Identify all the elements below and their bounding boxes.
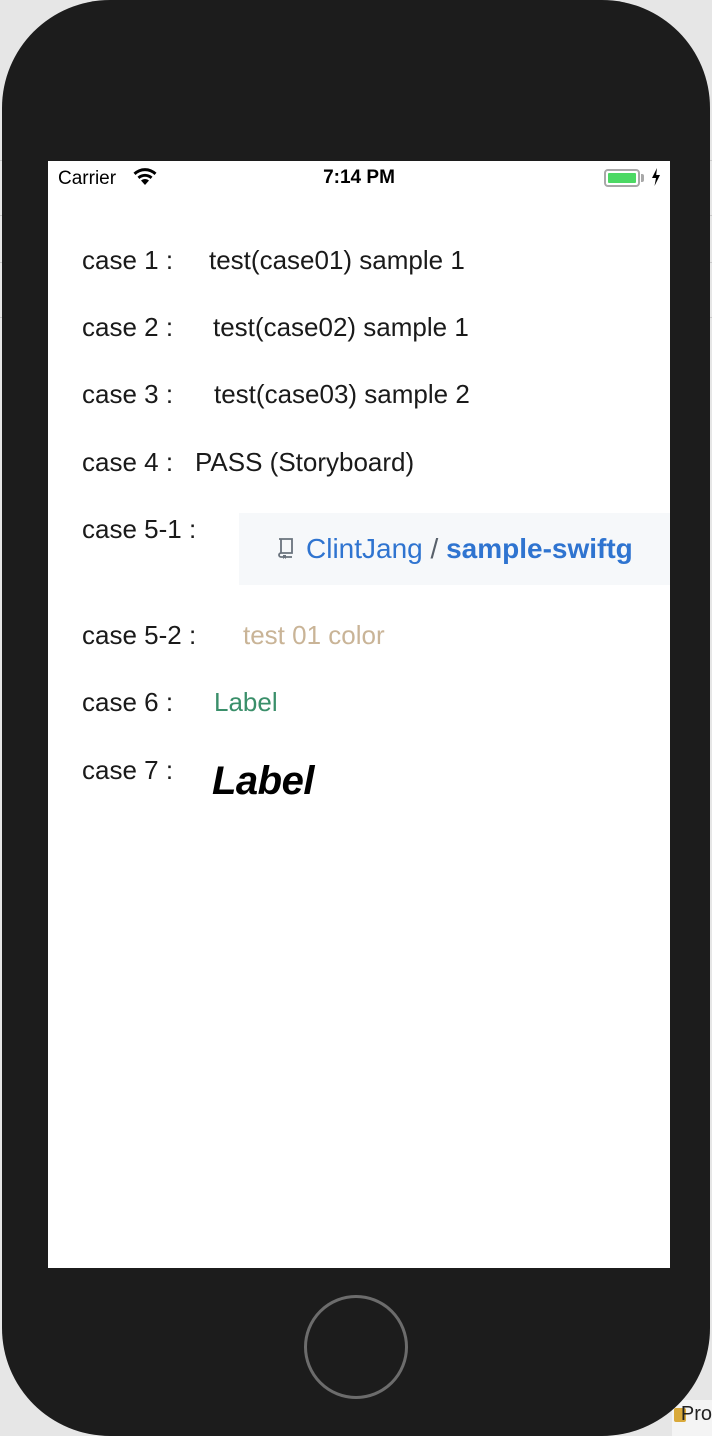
case-6-label: case 6 : (82, 687, 174, 717)
case-1-label: case 1 : (82, 245, 174, 275)
repo-path[interactable]: ClintJang / sample-swiftg (306, 533, 633, 565)
case-2-value: test(case02) sample 1 (213, 312, 469, 342)
case-4-label: case 4 : (82, 447, 174, 477)
repo-link-card[interactable]: ClintJang / sample-swiftg (239, 513, 670, 585)
battery-tip (641, 174, 644, 182)
case-5-2-value: test 01 color (243, 620, 385, 650)
desktop-corner-text: Pro (680, 1403, 712, 1425)
iphone-simulator: Carrier 7:14 PM case 1 : test(case01) sa… (2, 0, 710, 1436)
app-screen: Carrier 7:14 PM case 1 : test(case01) sa… (48, 161, 670, 1268)
case-6-value: Label (214, 687, 278, 717)
case-4-value: PASS (Storyboard) (195, 447, 415, 477)
repo-book-icon (278, 538, 293, 559)
case-5-1-label: case 5-1 : (82, 514, 197, 544)
repo-owner-link[interactable]: ClintJang (306, 533, 423, 564)
case-7-label: case 7 : (82, 755, 174, 785)
battery-icon (604, 169, 640, 187)
case-7-value: Label (212, 759, 314, 803)
case-3-value: test(case03) sample 2 (214, 379, 470, 409)
case-1-value: test(case01) sample 1 (209, 245, 465, 275)
case-5-2-label: case 5-2 : (82, 620, 197, 650)
repo-name-link[interactable]: sample-swiftg (446, 533, 633, 564)
bolt-icon (652, 168, 660, 186)
case-3-label: case 3 : (82, 379, 174, 409)
repo-separator: / (430, 533, 439, 564)
clock: 7:14 PM (323, 167, 395, 188)
case-2-label: case 2 : (82, 312, 174, 342)
battery-level (608, 173, 636, 183)
status-bar: Carrier 7:14 PM (48, 161, 670, 197)
home-button[interactable] (304, 1295, 408, 1399)
